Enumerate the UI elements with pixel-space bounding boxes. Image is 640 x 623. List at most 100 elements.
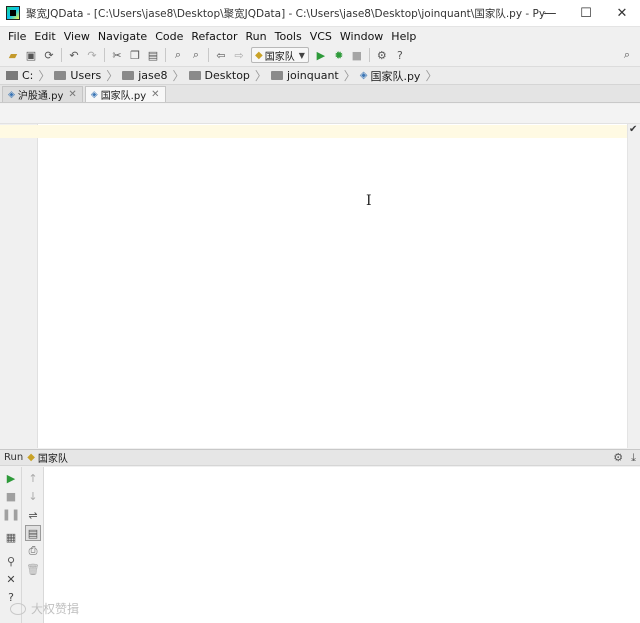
tab-label: 国家队.py <box>100 91 147 102</box>
tab-guojiadui[interactable]: ◈ 国家队.py ✕ <box>84 86 166 102</box>
breadcrumb-label: joinquant <box>286 69 339 82</box>
run-icon[interactable]: ▶ <box>312 47 330 63</box>
redo-icon[interactable]: ↷ <box>83 47 101 63</box>
breadcrumb-label: Users <box>70 69 102 82</box>
gear-icon[interactable]: ⚙ <box>613 451 623 465</box>
scroll-down-icon[interactable]: ↓ <box>25 488 41 504</box>
text-cursor-icon: I <box>366 193 372 209</box>
toolbar-divider <box>165 48 166 62</box>
toolbar-divider <box>208 48 209 62</box>
breadcrumb-separator: 〉 <box>106 69 119 83</box>
sync-icon[interactable]: ⟳ <box>40 47 58 63</box>
tab-hugutong[interactable]: ◈ 沪股通.py ✕ <box>2 86 83 102</box>
breadcrumb-desktop[interactable]: Desktop <box>187 69 253 82</box>
menu-view[interactable]: View <box>60 30 94 43</box>
run-config-tab[interactable]: 国家队 <box>38 450 68 465</box>
window-controls: — ☐ ✕ <box>532 0 640 26</box>
menu-code[interactable]: Code <box>151 30 187 43</box>
main-toolbar: ▰ ▣ ⟳ ↶ ↷ ✂ ❐ ▤ ⌕ ⌕ ⇦ ⇨ ◆ 国家队 ▼ ▶ ✹ ■ ⚙ … <box>0 46 640 64</box>
undo-icon[interactable]: ↶ <box>65 47 83 63</box>
menu-tools[interactable]: Tools <box>271 30 306 43</box>
paste-icon[interactable]: ▤ <box>144 47 162 63</box>
copy-icon[interactable]: ❐ <box>126 47 144 63</box>
breadcrumb-separator: 〉 <box>38 69 51 83</box>
menu-window[interactable]: Window <box>336 30 387 43</box>
breadcrumb-label: jase8 <box>138 69 168 82</box>
inspection-ok-icon[interactable]: ✔ <box>629 124 637 135</box>
python-config-icon: ◆ <box>255 49 263 61</box>
scroll-up-icon[interactable]: ↑ <box>25 470 41 486</box>
menu-help[interactable]: Help <box>387 30 420 43</box>
stop-icon[interactable]: ■ <box>3 488 19 504</box>
breadcrumb-separator: 〉 <box>425 69 438 83</box>
breadcrumb-separator: 〉 <box>172 69 185 83</box>
pause-icon[interactable]: ❚❚ <box>2 506 20 522</box>
settings-icon[interactable]: ⚙ <box>373 47 391 63</box>
close-icon[interactable]: ✕ <box>68 89 76 100</box>
soft-wrap-icon[interactable]: ⇌ <box>25 507 41 523</box>
forward-icon[interactable]: ⇨ <box>230 47 248 63</box>
toolbar-divider <box>104 48 105 62</box>
line-number-gutter[interactable] <box>0 124 38 448</box>
python-file-icon: ◈ <box>8 89 15 100</box>
python-config-icon: ◆ <box>27 452 35 463</box>
debug-icon[interactable]: ✹ <box>330 47 348 63</box>
replace-icon[interactable]: ⌕ <box>187 47 205 63</box>
folder-icon <box>270 71 283 80</box>
title-bar: 聚宽JQData - [C:\Users\jase8\Desktop\聚宽JQD… <box>0 0 640 27</box>
watermark-icon <box>10 602 26 615</box>
minimize-button[interactable]: — <box>532 0 568 26</box>
python-file-icon: ◈ <box>359 70 368 81</box>
watermark-text: 大权赞揖 <box>31 602 80 616</box>
close-icon[interactable]: ✕ <box>151 89 159 100</box>
breadcrumb-label: Desktop <box>204 69 250 82</box>
pin-icon[interactable]: ⚲ <box>3 553 19 569</box>
breadcrumb-file[interactable]: ◈ 国家队.py <box>358 68 424 84</box>
help-icon[interactable]: ? <box>391 47 409 63</box>
find-icon[interactable]: ⌕ <box>169 47 187 63</box>
stop-icon[interactable]: ■ <box>348 47 366 63</box>
run-panel-controls: ⚙ ⤓ <box>605 451 636 465</box>
run-panel-title: Run <box>4 452 24 463</box>
clear-all-icon[interactable]: 🗑 <box>25 561 41 577</box>
error-stripe[interactable] <box>627 124 640 448</box>
breadcrumb-jase8[interactable]: jase8 <box>120 69 170 82</box>
search-everywhere-icon[interactable]: ⌕ <box>618 47 636 63</box>
chevron-down-icon: ▼ <box>298 50 305 60</box>
breadcrumb-joinquant[interactable]: joinquant <box>269 69 342 82</box>
dump-threads-icon[interactable]: ▦ <box>3 529 19 545</box>
folder-icon <box>122 71 135 80</box>
breadcrumb-separator: 〉 <box>254 69 267 83</box>
menu-navigate[interactable]: Navigate <box>94 30 151 43</box>
breadcrumb-users[interactable]: Users <box>52 69 104 82</box>
toolbar-divider <box>368 48 370 62</box>
scroll-to-end-icon[interactable]: ▤ <box>25 525 41 541</box>
breadcrumb-separator: 〉 <box>343 69 356 83</box>
save-all-icon[interactable]: ▣ <box>22 47 40 63</box>
menu-edit[interactable]: Edit <box>30 30 59 43</box>
print-icon[interactable]: ⎙ <box>25 543 41 559</box>
run-console[interactable] <box>44 467 640 623</box>
breadcrumb-label: C: <box>22 69 34 82</box>
pycharm-app-icon <box>6 6 20 20</box>
menu-vcs[interactable]: VCS <box>306 30 336 43</box>
hide-panel-icon[interactable]: ⤓ <box>631 451 636 465</box>
menu-refactor[interactable]: Refactor <box>187 30 241 43</box>
cut-icon[interactable]: ✂ <box>108 47 126 63</box>
rerun-icon[interactable]: ▶ <box>3 470 19 486</box>
run-config-selector[interactable]: ◆ 国家队 ▼ <box>251 47 309 63</box>
breadcrumb-drive[interactable]: C: <box>4 69 36 82</box>
close-icon[interactable]: ✕ <box>3 571 19 587</box>
maximize-button[interactable]: ☐ <box>568 0 604 26</box>
menu-bar: File Edit View Navigate Code Refactor Ru… <box>0 27 640 46</box>
code-editor[interactable]: I <box>38 124 627 448</box>
current-line-highlight <box>38 125 627 138</box>
open-folder-icon[interactable]: ▰ <box>4 47 22 63</box>
drive-icon <box>6 71 18 80</box>
menu-file[interactable]: File <box>4 30 30 43</box>
back-icon[interactable]: ⇦ <box>212 47 230 63</box>
python-file-icon: ◈ <box>90 89 98 100</box>
close-button[interactable]: ✕ <box>604 0 640 26</box>
toolbar-divider <box>61 48 62 62</box>
menu-run[interactable]: Run <box>242 30 271 43</box>
